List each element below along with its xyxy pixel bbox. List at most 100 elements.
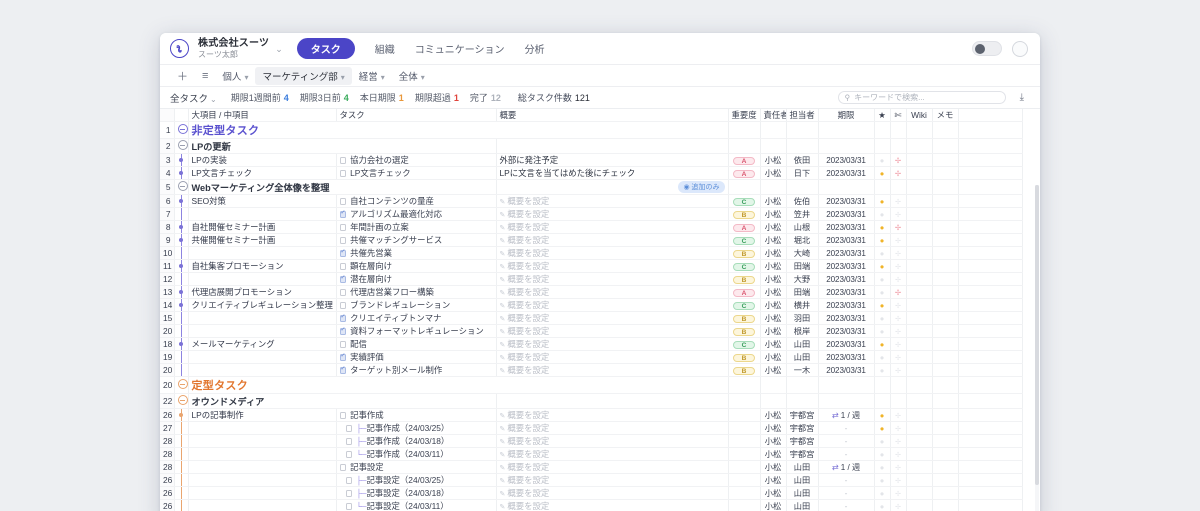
description-cell[interactable]: ✎概要を設定	[496, 500, 728, 511]
task-checkbox[interactable]	[346, 477, 353, 484]
due-cell[interactable]: 2023/03/31	[818, 273, 874, 286]
category-cell[interactable]: LPの記事制作	[188, 409, 336, 422]
category-cell[interactable]	[188, 208, 336, 221]
owner-cell[interactable]: 小松	[760, 338, 786, 351]
assignee-cell[interactable]: 笠井	[786, 208, 818, 221]
collapse-toggle-icon[interactable]	[178, 395, 188, 405]
clip-cell[interactable]: ✢	[890, 234, 906, 247]
description-text[interactable]: 外部に発注予定	[500, 155, 559, 165]
priority-cell[interactable]: C	[728, 338, 760, 351]
star-icon[interactable]: ●	[880, 210, 885, 219]
description-cell[interactable]: ✎概要を設定	[496, 260, 728, 273]
header-task[interactable]: タスク	[336, 109, 496, 122]
header-memo[interactable]: メモ	[932, 109, 958, 122]
priority-badge[interactable]: B	[733, 211, 755, 220]
assignee-cell[interactable]: 根岸	[786, 325, 818, 338]
filter-chip-overdue[interactable]: 期限超過1	[415, 91, 459, 104]
due-cell[interactable]: ⇄1 / 週	[818, 409, 874, 422]
description-placeholder[interactable]: ✎概要を設定	[500, 300, 550, 310]
wiki-cell[interactable]	[906, 474, 932, 487]
wiki-cell[interactable]	[906, 273, 932, 286]
description-placeholder[interactable]: ✎概要を設定	[500, 339, 550, 349]
category-cell[interactable]: SEO対策	[188, 195, 336, 208]
description-placeholder[interactable]: ✎概要を設定	[500, 475, 550, 485]
task-cell[interactable]: 共催マッチングサービス	[336, 234, 496, 247]
due-cell[interactable]: 2023/03/31	[818, 260, 874, 273]
due-cell[interactable]: 2023/03/31	[818, 299, 874, 312]
task-checkbox[interactable]	[340, 237, 347, 244]
assignee-cell[interactable]: 山根	[786, 221, 818, 234]
owner-cell[interactable]: 小松	[760, 299, 786, 312]
attachment-icon[interactable]: ✢	[895, 355, 901, 362]
due-cell[interactable]: 2023/03/31	[818, 338, 874, 351]
clip-cell[interactable]: ✢	[890, 474, 906, 487]
priority-cell[interactable]	[728, 487, 760, 500]
priority-cell[interactable]: B	[728, 247, 760, 260]
header-clip-icon[interactable]: ✄	[890, 109, 906, 122]
category-cell[interactable]	[188, 448, 336, 461]
assignee-cell[interactable]: 山田	[786, 500, 818, 511]
attachment-icon[interactable]: ✢	[895, 329, 901, 336]
table-row[interactable]: 26└─記事設定（24/03/11）✎概要を設定小松山田-●✢	[160, 500, 1022, 511]
header-description[interactable]: 概要	[496, 109, 728, 122]
memo-cell[interactable]	[932, 448, 958, 461]
priority-cell[interactable]	[728, 435, 760, 448]
table-row[interactable]: 14クリエイティブレギュレーション整理ブランドレギュレーション✎概要を設定C小松…	[160, 299, 1022, 312]
owner-cell[interactable]: 小松	[760, 234, 786, 247]
memo-cell[interactable]	[932, 221, 958, 234]
task-checkbox[interactable]	[340, 170, 347, 177]
table-row[interactable]: 28└─記事作成（24/03/11）✎概要を設定小松宇都宮-●✢	[160, 448, 1022, 461]
task-cell[interactable]: 資料フォーマットレギュレーション	[336, 325, 496, 338]
subgroup-title-cell[interactable]: Webマーケティング全体像を整理	[188, 180, 496, 195]
due-cell[interactable]: 2023/03/31	[818, 167, 874, 180]
category-cell[interactable]	[188, 312, 336, 325]
owner-cell[interactable]: 小松	[760, 167, 786, 180]
attachment-icon[interactable]: ✢	[895, 251, 901, 258]
description-cell[interactable]: ✎概要を設定	[496, 448, 728, 461]
wiki-cell[interactable]	[906, 154, 932, 167]
description-cell[interactable]: ✎概要を設定	[496, 312, 728, 325]
clip-cell[interactable]: ✢	[890, 195, 906, 208]
tab-communication[interactable]: コミュニケーション	[415, 41, 505, 56]
star-icon[interactable]: ●	[880, 301, 885, 310]
star-cell[interactable]: ●	[874, 312, 890, 325]
subgroup-description[interactable]: ◉ 追加のみ	[496, 180, 728, 195]
table-row[interactable]: 13代理店展開プロモーション代理店営業フロー構築✎概要を設定A小松田端2023/…	[160, 286, 1022, 299]
wiki-cell[interactable]	[906, 422, 932, 435]
header-star-icon[interactable]: ★	[874, 109, 890, 122]
due-cell[interactable]: -	[818, 487, 874, 500]
priority-badge[interactable]: B	[733, 328, 755, 337]
star-cell[interactable]: ●	[874, 167, 890, 180]
star-icon[interactable]: ●	[880, 476, 885, 485]
star-cell[interactable]: ●	[874, 247, 890, 260]
table-row[interactable]: 6SEO対策自社コンテンツの量産✎概要を設定C小松佐伯2023/03/31●✢	[160, 195, 1022, 208]
due-cell[interactable]: -	[818, 448, 874, 461]
description-cell[interactable]: ✎概要を設定	[496, 208, 728, 221]
task-cell[interactable]: クリエイティブトンマナ	[336, 312, 496, 325]
task-checkbox[interactable]	[340, 464, 347, 471]
memo-cell[interactable]	[932, 260, 958, 273]
star-icon[interactable]: ●	[880, 450, 885, 459]
task-checkbox[interactable]	[346, 438, 353, 445]
description-placeholder[interactable]: ✎概要を設定	[500, 462, 550, 472]
star-cell[interactable]: ●	[874, 409, 890, 422]
star-icon[interactable]: ●	[880, 197, 885, 206]
category-cell[interactable]: LP文言チェック	[188, 167, 336, 180]
category-cell[interactable]: 代理店展開プロモーション	[188, 286, 336, 299]
priority-cell[interactable]	[728, 500, 760, 511]
assignee-cell[interactable]: 大崎	[786, 247, 818, 260]
priority-badge[interactable]: B	[733, 276, 755, 285]
star-cell[interactable]: ●	[874, 299, 890, 312]
tab-organization[interactable]: 組織	[375, 41, 395, 56]
view-mode-toggle[interactable]	[972, 41, 1002, 56]
description-placeholder[interactable]: ✎概要を設定	[500, 313, 550, 323]
priority-badge[interactable]: A	[733, 289, 755, 298]
assignee-cell[interactable]: 田端	[786, 286, 818, 299]
assignee-cell[interactable]: 山田	[786, 487, 818, 500]
description-cell[interactable]: ✎概要を設定	[496, 461, 728, 474]
attachment-icon[interactable]: ✢	[895, 465, 901, 472]
owner-cell[interactable]: 小松	[760, 364, 786, 377]
task-checkbox[interactable]	[340, 302, 347, 309]
table-row[interactable]: 4LP文言チェックLP文言チェックLPに文言を当てはめた後にチェックA小松日下2…	[160, 167, 1022, 180]
task-cell[interactable]: ターゲット別メール制作	[336, 364, 496, 377]
